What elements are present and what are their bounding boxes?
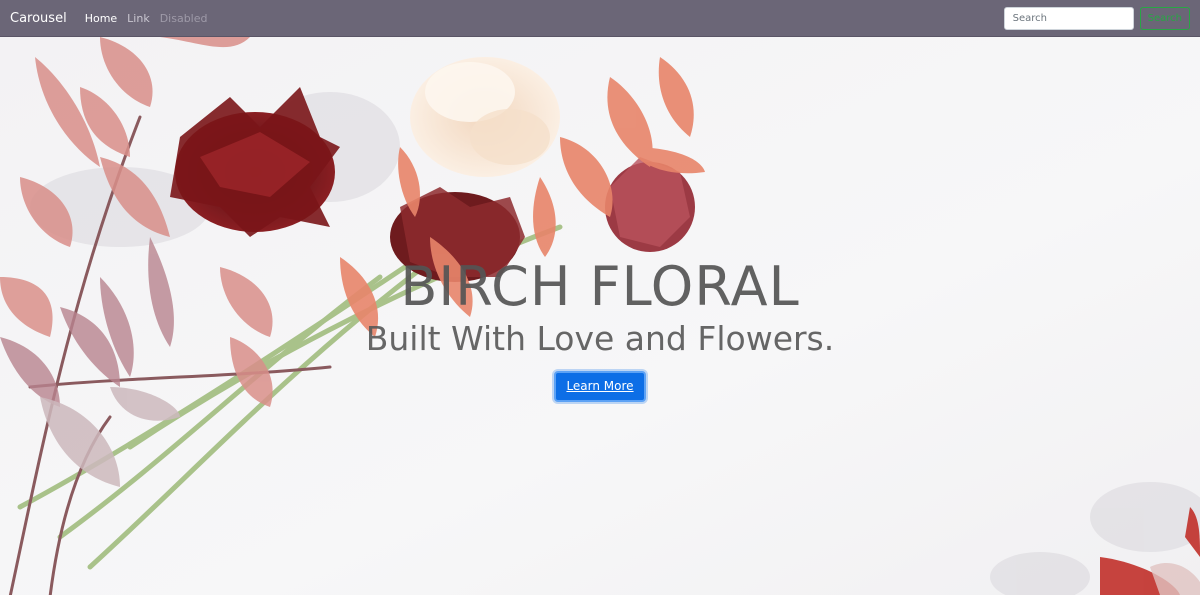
carousel-slide: BIRCH FLORAL Built With Love and Flowers… bbox=[0, 37, 1200, 595]
nav-link-link[interactable]: Link bbox=[127, 12, 150, 25]
nav-link-home[interactable]: Home bbox=[85, 12, 117, 25]
learn-more-button[interactable]: Learn More bbox=[554, 371, 646, 402]
hero-subtitle: Built With Love and Flowers. bbox=[365, 319, 835, 358]
search-input[interactable] bbox=[1003, 6, 1134, 30]
nav-link-disabled: Disabled bbox=[159, 11, 208, 25]
search-button[interactable]: Search bbox=[1139, 6, 1190, 30]
navbar: Carousel Home Link Disabled Search bbox=[0, 0, 1200, 37]
brand-link[interactable]: Carousel bbox=[10, 11, 67, 26]
hero-title: BIRCH FLORAL bbox=[400, 255, 800, 318]
carousel-caption: BIRCH FLORAL Built With Love and Flowers… bbox=[0, 255, 1200, 402]
